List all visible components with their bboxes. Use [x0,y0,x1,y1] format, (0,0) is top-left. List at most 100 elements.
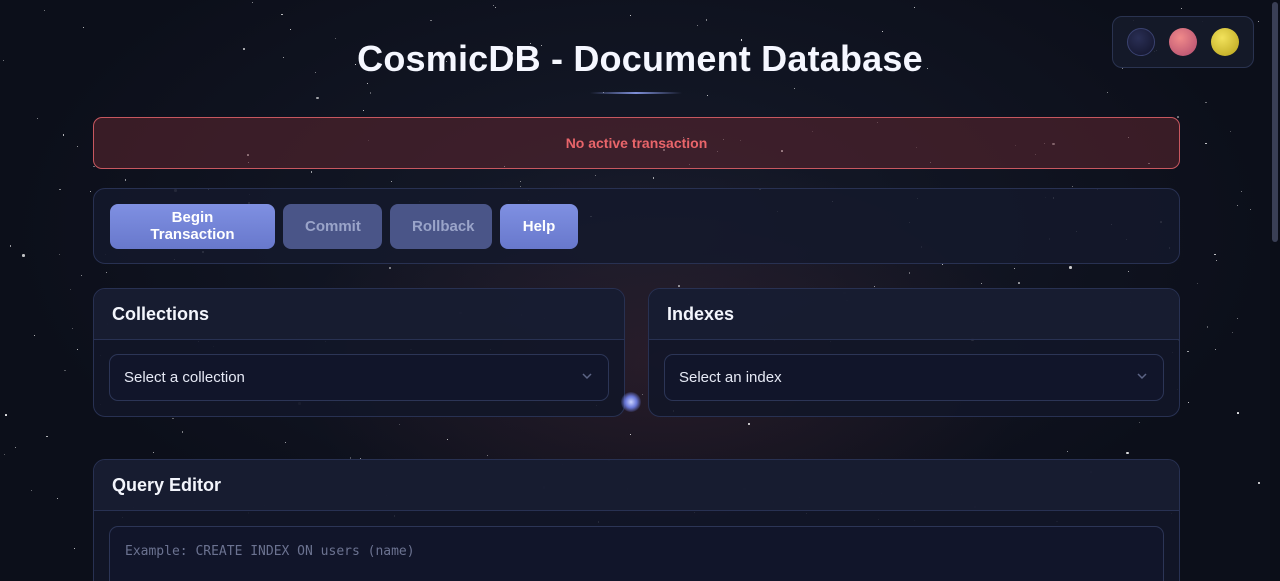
star [80,274,83,277]
star [3,453,5,455]
star [495,7,497,8]
star [285,442,287,444]
star [72,327,74,329]
star [106,271,108,273]
star [873,285,875,287]
star [172,417,174,420]
star [486,454,489,457]
star [14,446,16,448]
star [57,497,59,499]
indexes-heading: Indexes [649,289,1179,340]
index-select[interactable]: Select an index [664,354,1164,401]
star [82,26,84,28]
star [289,28,292,31]
star [641,394,643,396]
star [36,117,39,120]
star [629,14,632,17]
star [62,134,65,136]
star [316,96,319,100]
star [1018,282,1020,284]
collection-select[interactable]: Select a collection [109,354,609,401]
star [882,31,884,33]
star [69,288,71,290]
star [595,175,597,177]
transaction-toolbar: Begin Transaction Commit Rollback Help [93,188,1180,264]
star [1214,348,1216,350]
star [1187,350,1189,353]
star [9,245,12,247]
star [446,438,449,441]
star [908,272,911,274]
transaction-status-text: No active transaction [565,135,708,151]
star [44,9,46,11]
star [181,431,184,433]
star [697,25,699,27]
star [1188,402,1190,404]
star [1215,260,1217,262]
star [1249,208,1251,210]
star [1257,481,1261,485]
star [630,434,632,436]
star [493,5,495,7]
star [251,1,253,3]
index-select-value: Select an index [679,369,782,386]
indexes-panel: Indexes Select an index [648,288,1180,417]
commit-button[interactable]: Commit [283,203,382,249]
star [705,19,708,21]
star [1069,266,1072,269]
star [73,548,75,550]
star [430,19,432,22]
help-button[interactable]: Help [500,203,578,249]
page-scrollbar[interactable] [1270,0,1280,581]
star [399,423,400,425]
transaction-status-alert: No active transaction [93,117,1180,169]
rollback-button[interactable]: Rollback [390,203,492,249]
collections-panel: Collections Select a collection [93,288,625,417]
star [1237,412,1239,414]
star [1257,20,1259,22]
star [1197,282,1199,284]
star [1126,451,1129,455]
page-title: CosmicDB - Document Database [357,38,923,79]
star [362,110,364,112]
query-editor-heading: Query Editor [94,460,1179,511]
star [794,87,796,89]
star [1127,271,1129,273]
star [1072,185,1074,187]
star [1066,451,1068,453]
star [124,179,127,181]
star [22,254,25,257]
star [59,188,61,190]
chevron-down-icon [582,373,592,380]
star [369,92,372,94]
star [1230,131,1232,133]
star [1214,253,1216,256]
star [59,253,61,255]
star [367,83,369,85]
star [64,369,66,372]
star [310,171,313,173]
begin-transaction-button[interactable]: Begin Transaction [110,203,275,249]
star [33,335,35,337]
star [5,414,7,416]
star [914,6,915,8]
star [747,422,751,426]
chevron-down-icon [1137,373,1147,380]
collection-select-value: Select a collection [124,369,245,386]
star [1205,142,1207,145]
star [77,349,79,351]
star [153,451,155,453]
star [707,94,708,96]
star [520,180,522,182]
query-input[interactable] [109,526,1164,581]
star [1236,205,1238,207]
star [76,146,78,148]
scrollbar-thumb[interactable] [1272,2,1278,242]
star [1205,101,1207,104]
star [281,13,283,15]
star [1106,92,1108,94]
star [981,282,983,284]
glow-orb [621,392,641,412]
star [652,177,655,179]
star [1236,317,1239,320]
